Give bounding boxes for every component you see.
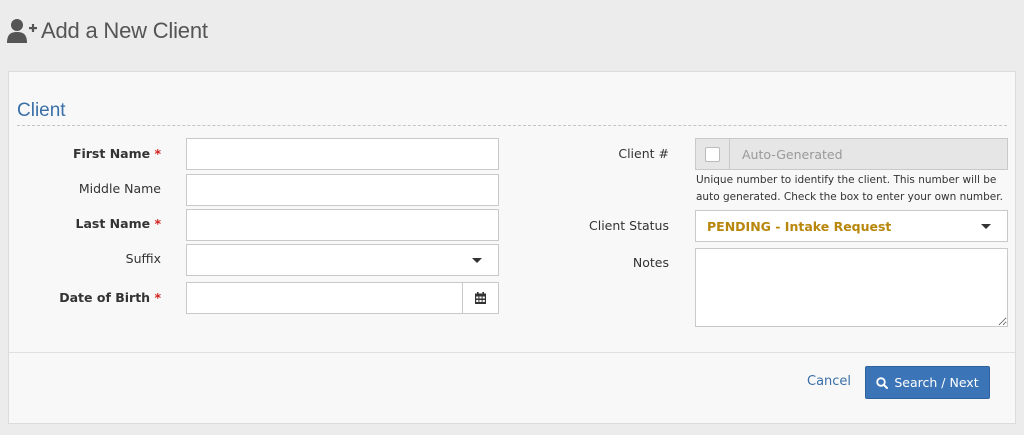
page-header: Add a New Client xyxy=(7,14,208,48)
suffix-label: Suffix xyxy=(1,250,161,268)
client-number-checkbox-wrap xyxy=(696,139,730,169)
dob-input[interactable] xyxy=(187,283,457,313)
middle-name-input[interactable] xyxy=(186,174,499,206)
section-title: Client xyxy=(17,100,66,121)
cancel-link[interactable]: Cancel xyxy=(807,374,851,389)
search-icon xyxy=(876,376,889,389)
client-number-label: Client # xyxy=(509,145,669,163)
search-next-button[interactable]: Search / Next xyxy=(865,366,990,399)
client-form-panel: Client First Name * Middle Name Last Nam… xyxy=(8,71,1016,424)
section-divider xyxy=(17,125,1007,126)
notes-label: Notes xyxy=(509,254,669,272)
client-number-help: Unique number to identify the client. Th… xyxy=(696,174,1003,203)
client-number-placeholder: Auto-Generated xyxy=(742,147,843,162)
middle-name-label: Middle Name xyxy=(1,180,161,198)
client-number-checkbox[interactable] xyxy=(705,146,720,162)
suffix-select[interactable] xyxy=(186,244,499,276)
client-status-label-text: Client Status xyxy=(589,218,669,233)
calendar-icon xyxy=(475,292,486,304)
caret-down-icon xyxy=(981,224,991,229)
client-number-label-text: Client # xyxy=(618,146,669,161)
dob-label-text: Date of Birth xyxy=(59,290,151,305)
first-name-label-text: First Name xyxy=(72,146,151,161)
client-number-field: Auto-Generated xyxy=(695,138,1008,170)
first-name-input[interactable] xyxy=(186,138,499,170)
last-name-input[interactable] xyxy=(186,209,499,241)
last-name-label: Last Name * xyxy=(1,215,161,233)
dob-label: Date of Birth * xyxy=(1,289,161,307)
suffix-label-text: Suffix xyxy=(125,251,161,266)
middle-name-label-text: Middle Name xyxy=(78,181,161,196)
client-status-select[interactable]: PENDING - Intake Request xyxy=(695,210,1008,242)
first-name-label: First Name * xyxy=(1,145,161,163)
client-status-label: Client Status xyxy=(509,217,669,235)
required-mark: * xyxy=(154,216,161,231)
client-status-value: PENDING - Intake Request xyxy=(707,219,892,234)
add-user-icon xyxy=(7,19,37,43)
dob-field xyxy=(186,282,499,314)
page-title: Add a New Client xyxy=(41,18,208,43)
required-mark: * xyxy=(154,146,161,161)
notes-label-text: Notes xyxy=(632,255,669,270)
required-mark: * xyxy=(154,290,161,305)
footer-divider xyxy=(9,352,1015,353)
search-next-label: Search / Next xyxy=(894,375,979,390)
notes-textarea[interactable] xyxy=(695,248,1008,327)
last-name-label-text: Last Name xyxy=(75,216,151,231)
caret-down-icon xyxy=(472,258,482,263)
calendar-button[interactable] xyxy=(462,283,498,313)
